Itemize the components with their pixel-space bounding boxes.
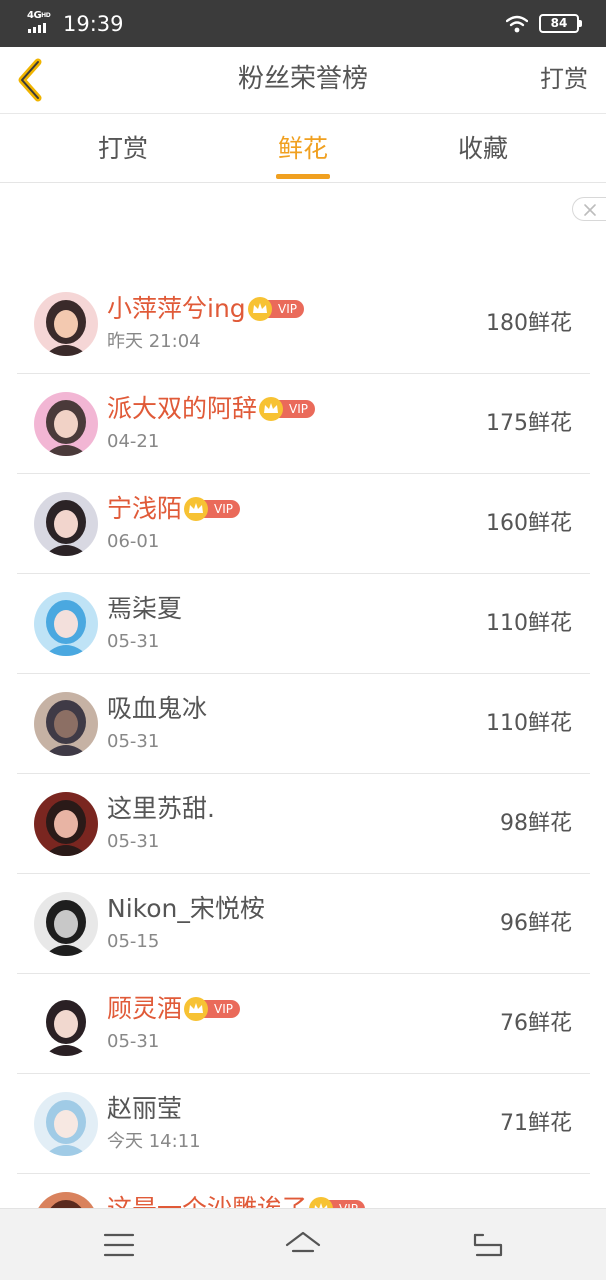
chevron-left-icon bbox=[18, 58, 42, 102]
hd-label: HD bbox=[41, 12, 51, 19]
flower-count: 110鲜花 bbox=[486, 611, 572, 636]
status-bar: 4GHD 19:39 84 bbox=[0, 0, 606, 47]
avatar[interactable] bbox=[34, 792, 98, 856]
timestamp: 昨天 21:04 bbox=[107, 331, 201, 352]
fan-row[interactable]: 派大双的阿辞 VIP 04-21 175鲜花 bbox=[17, 374, 590, 474]
fan-row[interactable]: 这里苏甜.VIP05-3198鲜花 bbox=[17, 774, 590, 874]
avatar[interactable] bbox=[34, 1192, 98, 1208]
home-icon bbox=[285, 1231, 321, 1253]
timestamp: 05-31 bbox=[107, 831, 160, 852]
fan-row[interactable]: 小萍萍兮ing VIP 昨天 21:04 180鲜花 bbox=[17, 274, 590, 374]
timestamp: 今天 14:11 bbox=[107, 1131, 201, 1152]
menu-button[interactable] bbox=[99, 1229, 139, 1261]
flower-count: 110鲜花 bbox=[486, 711, 572, 736]
page-title: 粉丝荣誉榜 bbox=[237, 64, 368, 94]
tab-reward[interactable]: 打赏 bbox=[53, 115, 193, 183]
user-name[interactable]: 吸血鬼冰 bbox=[107, 692, 207, 726]
user-name[interactable]: 赵丽莹 bbox=[107, 1092, 182, 1126]
crown-icon bbox=[259, 397, 283, 421]
fan-row[interactable]: Nikon_宋悦桉VIP05-1596鲜花 bbox=[17, 874, 590, 974]
tab-bar: 打赏 鲜花 收藏 bbox=[0, 115, 606, 183]
back-icon bbox=[473, 1233, 503, 1257]
battery-icon: 84 bbox=[539, 14, 582, 33]
flower-count: 180鲜花 bbox=[486, 311, 572, 336]
fan-row[interactable]: 顾灵酒 VIP 05-31 76鲜花 bbox=[17, 974, 590, 1074]
user-name[interactable]: 小萍萍兮ing bbox=[107, 292, 246, 326]
fan-row[interactable]: 赵丽莹VIP今天 14:1171鲜花 bbox=[17, 1074, 590, 1174]
user-name[interactable]: 这是一个沙雕诶了 bbox=[107, 1192, 307, 1208]
user-name[interactable]: 派大双的阿辞 bbox=[107, 392, 257, 426]
avatar[interactable] bbox=[34, 892, 98, 956]
flower-count: 96鲜花 bbox=[500, 911, 572, 936]
crown-icon bbox=[309, 1197, 333, 1208]
flower-count: 175鲜花 bbox=[486, 411, 572, 436]
reward-button[interactable]: 打赏 bbox=[540, 61, 588, 97]
network-type: 4G bbox=[27, 10, 42, 21]
user-name[interactable]: 焉柒夏 bbox=[107, 592, 182, 626]
user-name[interactable]: 宁浅陌 bbox=[107, 492, 182, 526]
user-name[interactable]: 这里苏甜. bbox=[107, 792, 215, 826]
fan-row[interactable]: 吸血鬼冰VIP05-31110鲜花 bbox=[17, 674, 590, 774]
wifi-icon bbox=[505, 15, 529, 33]
flower-count: 76鲜花 bbox=[500, 1011, 572, 1036]
fan-list: 小萍萍兮ing VIP 昨天 21:04 180鲜花 派大双的阿辞 VIP 04-21 175… bbox=[17, 274, 590, 1208]
clock: 19:39 bbox=[63, 12, 124, 36]
flower-count: 98鲜花 bbox=[500, 811, 572, 836]
signal-icon: 4GHD bbox=[27, 11, 55, 35]
crown-icon bbox=[184, 497, 208, 521]
flower-count: 71鲜花 bbox=[500, 1111, 572, 1136]
timestamp: 05-31 bbox=[107, 631, 160, 652]
system-nav-bar bbox=[0, 1208, 606, 1280]
menu-icon bbox=[103, 1233, 135, 1257]
close-icon bbox=[584, 204, 596, 216]
user-name[interactable]: 顾灵酒 bbox=[107, 992, 182, 1026]
timestamp: 05-31 bbox=[107, 1031, 160, 1052]
back-nav-button[interactable] bbox=[467, 1229, 507, 1261]
timestamp: 05-31 bbox=[107, 731, 160, 752]
fan-row[interactable]: 这是一个沙雕诶了VIP bbox=[17, 1174, 590, 1208]
crown-icon bbox=[248, 297, 272, 321]
app-header: 粉丝荣誉榜 打赏 bbox=[0, 47, 606, 114]
ad-close-button[interactable] bbox=[572, 197, 606, 221]
avatar[interactable] bbox=[34, 992, 98, 1056]
timestamp: 06-01 bbox=[107, 531, 160, 552]
battery-level: 84 bbox=[550, 16, 568, 30]
home-button[interactable] bbox=[283, 1229, 323, 1261]
timestamp: 05-15 bbox=[107, 931, 160, 952]
avatar[interactable] bbox=[34, 292, 98, 356]
timestamp: 04-21 bbox=[107, 431, 160, 452]
crown-icon bbox=[184, 997, 208, 1021]
fan-row[interactable]: 焉柒夏VIP05-31110鲜花 bbox=[17, 574, 590, 674]
avatar[interactable] bbox=[34, 692, 98, 756]
avatar[interactable] bbox=[34, 392, 98, 456]
tab-flowers[interactable]: 鲜花 bbox=[233, 115, 373, 183]
back-button[interactable] bbox=[10, 55, 54, 105]
user-name[interactable]: Nikon_宋悦桉 bbox=[107, 892, 265, 926]
fan-row[interactable]: 宁浅陌 VIP 06-01 160鲜花 bbox=[17, 474, 590, 574]
tab-favorites[interactable]: 收藏 bbox=[413, 115, 553, 183]
avatar[interactable] bbox=[34, 592, 98, 656]
avatar[interactable] bbox=[34, 492, 98, 556]
flower-count: 160鲜花 bbox=[486, 511, 572, 536]
avatar[interactable] bbox=[34, 1092, 98, 1156]
